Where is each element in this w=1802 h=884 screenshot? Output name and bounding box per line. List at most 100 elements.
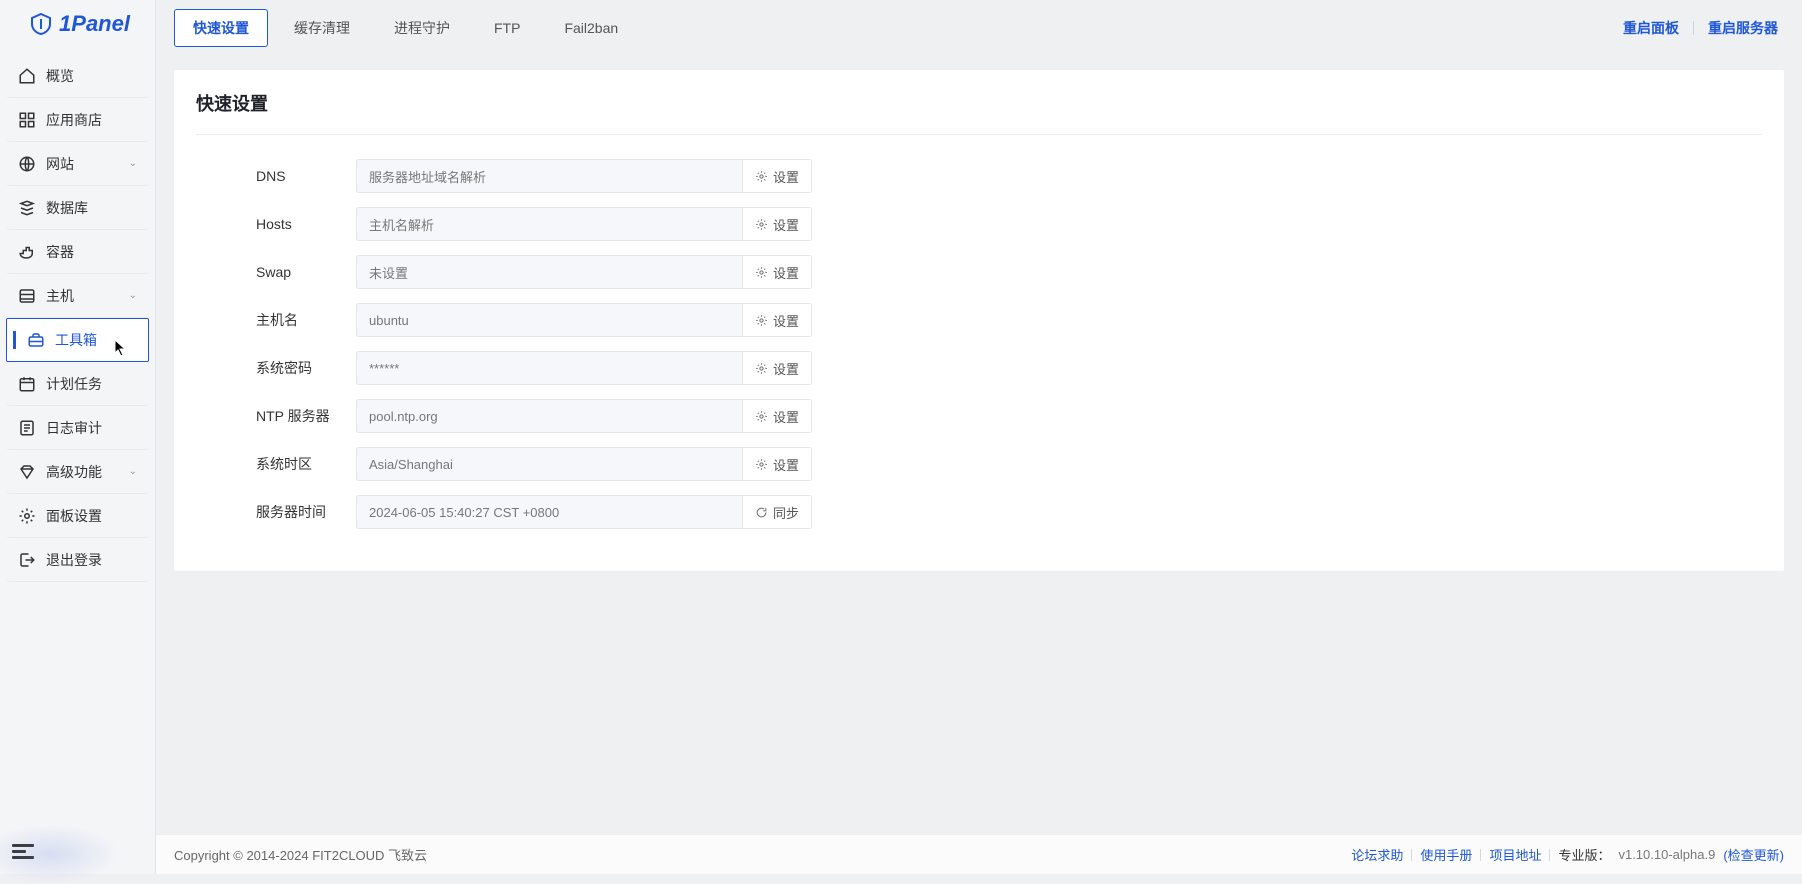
gear-icon <box>755 458 768 471</box>
brand-logo[interactable]: 1Panel <box>0 0 155 48</box>
sidebar-item-label: 面板设置 <box>46 506 137 526</box>
button-label: 设置 <box>773 215 799 234</box>
button-label: 设置 <box>773 311 799 330</box>
settings-button-swap[interactable]: 设置 <box>742 255 812 289</box>
sidebar-item-website[interactable]: 网站 ⌄ <box>6 142 149 186</box>
restart-server-button[interactable]: 重启服务器 <box>1702 18 1784 38</box>
tab-label: FTP <box>494 20 520 36</box>
footer-link-forum[interactable]: 论坛求助 <box>1351 845 1403 864</box>
sidebar-item-host[interactable]: 主机 ⌄ <box>6 274 149 318</box>
row-timezone: 系统时区 Asia/Shanghai 设置 <box>196 447 1762 481</box>
brand-text: 1Panel <box>59 11 130 37</box>
sidebar-item-label: 日志审计 <box>46 418 137 438</box>
label-server-time: 服务器时间 <box>196 502 356 522</box>
value-hostname: ubuntu <box>356 303 742 337</box>
settings-button-password[interactable]: 设置 <box>742 351 812 385</box>
check-update-link[interactable]: (检查更新) <box>1723 845 1784 864</box>
row-server-time: 服务器时间 2024-06-05 15:40:27 CST +0800 同步 <box>196 495 1762 529</box>
footer-link-project[interactable]: 项目地址 <box>1489 845 1541 864</box>
sidebar-menu: 概览 应用商店 网站 ⌄ 数据库 容器 <box>0 48 155 588</box>
version-value: v1.10.10-alpha.9 <box>1618 847 1715 862</box>
button-label: 设置 <box>773 167 799 186</box>
database-icon <box>18 199 36 217</box>
sidebar-item-appstore[interactable]: 应用商店 <box>6 98 149 142</box>
sidebar-item-overview[interactable]: 概览 <box>6 54 149 98</box>
label-hostname: 主机名 <box>196 310 356 330</box>
settings-form: DNS 服务器地址域名解析 设置 Hosts 主机名解析 设置 <box>196 135 1762 529</box>
sidebar-item-container[interactable]: 容器 <box>6 230 149 274</box>
quick-settings-card: 快速设置 DNS 服务器地址域名解析 设置 Hosts 主机名解析 <box>174 70 1784 571</box>
value-timezone: Asia/Shanghai <box>356 447 742 481</box>
gear-icon <box>18 507 36 525</box>
settings-button-timezone[interactable]: 设置 <box>742 447 812 481</box>
tab-fail2ban[interactable]: Fail2ban <box>546 12 636 44</box>
divider <box>1693 21 1694 35</box>
sidebar-item-logout[interactable]: 退出登录 <box>6 538 149 582</box>
calendar-icon <box>18 375 36 393</box>
chevron-down-icon: ⌄ <box>129 466 137 477</box>
sidebar-item-label: 计划任务 <box>46 374 137 394</box>
tab-label: 快速设置 <box>193 20 249 36</box>
sidebar-item-toolbox[interactable]: 工具箱 <box>6 318 149 362</box>
tab-cache-clean[interactable]: 缓存清理 <box>276 10 368 46</box>
row-swap: Swap 未设置 设置 <box>196 255 1762 289</box>
sync-button-server-time[interactable]: 同步 <box>742 495 812 529</box>
logout-icon <box>18 551 36 569</box>
shield-icon <box>29 12 53 36</box>
sidebar-item-label: 退出登录 <box>46 550 137 570</box>
value-ntp: pool.ntp.org <box>356 399 742 433</box>
gear-icon <box>755 266 768 279</box>
page-title: 快速设置 <box>196 90 1762 135</box>
sidebar-item-label: 工具箱 <box>55 330 136 350</box>
value-password: ****** <box>356 351 742 385</box>
diamond-icon <box>18 463 36 481</box>
sidebar-item-logs[interactable]: 日志审计 <box>6 406 149 450</box>
label-password: 系统密码 <box>196 358 356 378</box>
restart-panel-button[interactable]: 重启面板 <box>1617 18 1685 38</box>
sidebar-footer <box>0 832 155 874</box>
row-hosts: Hosts 主机名解析 设置 <box>196 207 1762 241</box>
sidebar: 1Panel 概览 应用商店 网站 ⌄ 数据库 <box>0 0 156 874</box>
tab-supervisor[interactable]: 进程守护 <box>376 10 468 46</box>
sidebar-item-label: 容器 <box>46 242 137 262</box>
value-swap: 未设置 <box>356 255 742 289</box>
refresh-icon <box>755 506 768 519</box>
button-label: 设置 <box>773 263 799 282</box>
sidebar-item-label: 数据库 <box>46 198 137 218</box>
footer: Copyright © 2014-2024 FIT2CLOUD 飞致云 论坛求助… <box>156 834 1802 874</box>
tab-quick-settings[interactable]: 快速设置 <box>174 9 268 47</box>
tab-ftp[interactable]: FTP <box>476 12 538 44</box>
button-label: 设置 <box>773 455 799 474</box>
sidebar-collapse-button[interactable] <box>12 844 36 862</box>
globe-icon <box>18 155 36 173</box>
settings-button-ntp[interactable]: 设置 <box>742 399 812 433</box>
footer-link-manual[interactable]: 使用手册 <box>1420 845 1472 864</box>
value-hosts: 主机名解析 <box>356 207 742 241</box>
toolbox-icon <box>27 331 45 349</box>
label-timezone: 系统时区 <box>196 454 356 474</box>
settings-button-hostname[interactable]: 设置 <box>742 303 812 337</box>
sidebar-item-label: 网站 <box>46 154 119 174</box>
label-swap: Swap <box>196 264 356 280</box>
sidebar-item-database[interactable]: 数据库 <box>6 186 149 230</box>
value-server-time: 2024-06-05 15:40:27 CST +0800 <box>356 495 742 529</box>
sidebar-item-settings[interactable]: 面板设置 <box>6 494 149 538</box>
row-ntp: NTP 服务器 pool.ntp.org 设置 <box>196 399 1762 433</box>
row-password: 系统密码 ****** 设置 <box>196 351 1762 385</box>
settings-button-hosts[interactable]: 设置 <box>742 207 812 241</box>
divider <box>1411 849 1412 861</box>
button-label: 设置 <box>773 359 799 378</box>
settings-button-dns[interactable]: 设置 <box>742 159 812 193</box>
container-icon <box>18 243 36 261</box>
label-ntp: NTP 服务器 <box>196 406 356 426</box>
home-icon <box>18 67 36 85</box>
sidebar-item-advanced[interactable]: 高级功能 ⌄ <box>6 450 149 494</box>
gear-icon <box>755 362 768 375</box>
row-hostname: 主机名 ubuntu 设置 <box>196 303 1762 337</box>
divider <box>1549 849 1550 861</box>
log-icon <box>18 419 36 437</box>
sidebar-item-cron[interactable]: 计划任务 <box>6 362 149 406</box>
gear-icon <box>755 218 768 231</box>
main: 快速设置 缓存清理 进程守护 FTP Fail2ban 重启面板 重启服务器 快… <box>156 0 1802 874</box>
chevron-down-icon: ⌄ <box>129 290 137 301</box>
